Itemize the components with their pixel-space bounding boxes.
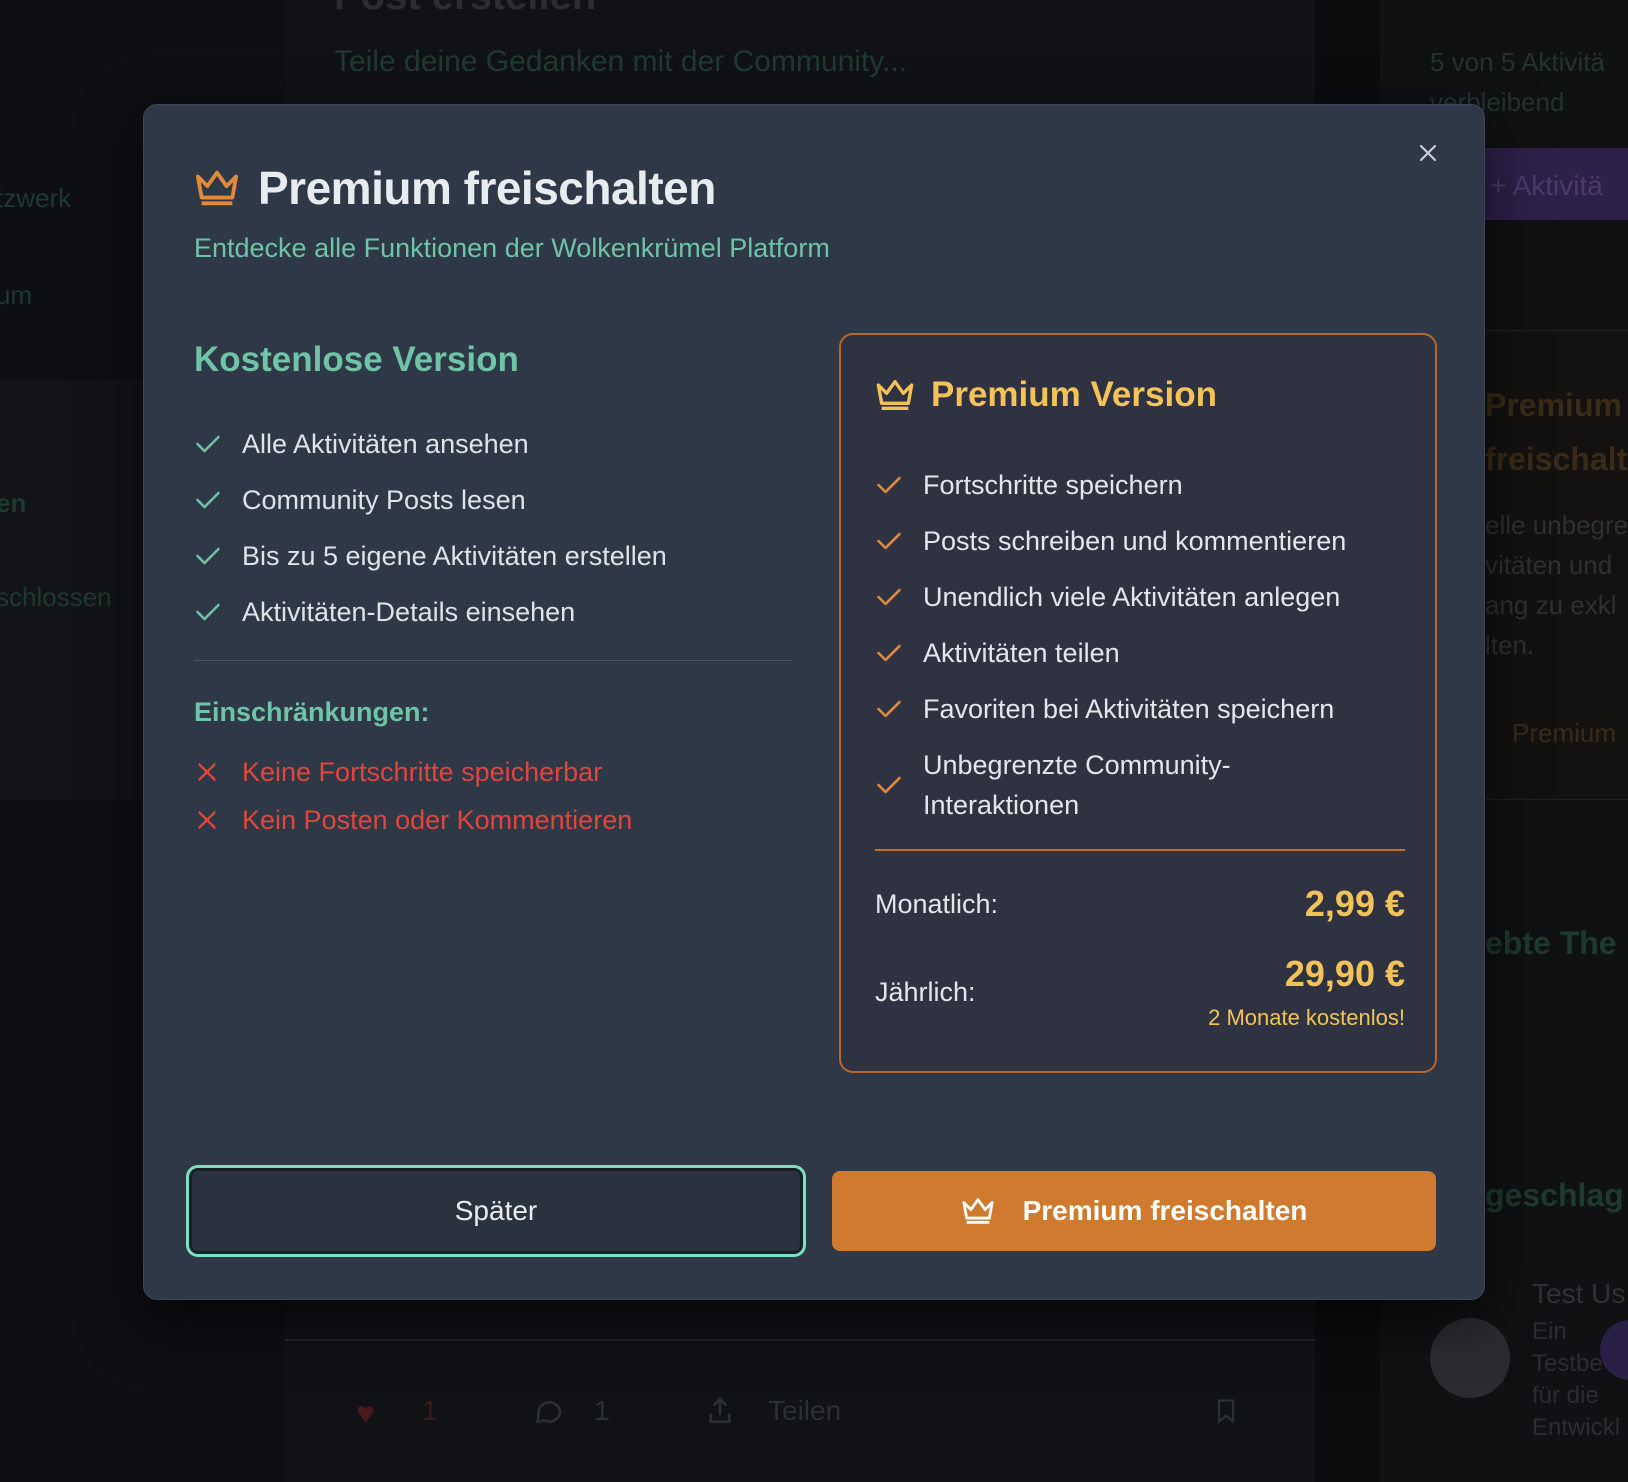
close-button[interactable] bbox=[1408, 133, 1448, 173]
promo-text: elle unbegre vitäten und ang zu exkl lte… bbox=[1485, 510, 1628, 660]
like-count: 1 bbox=[422, 1395, 438, 1426]
free-plan-heading: Kostenlose Version bbox=[194, 340, 519, 379]
check-icon bbox=[194, 600, 242, 624]
premium-feature-list: Fortschritte speichern Posts schreiben u… bbox=[875, 457, 1415, 833]
free-plan-column: Kostenlose Version Alle Aktivitäten anse… bbox=[194, 340, 792, 844]
heart-icon[interactable]: ♥ bbox=[356, 1395, 375, 1432]
check-icon bbox=[875, 529, 923, 553]
comment-icon[interactable] bbox=[532, 1395, 564, 1434]
monthly-label: Monatlich: bbox=[875, 888, 999, 919]
check-icon bbox=[875, 697, 923, 721]
yearly-price-row: Jährlich: 29,90 € 2 Monate kostenlos! bbox=[875, 953, 1405, 1031]
monthly-price-row: Monatlich: 2,99 € bbox=[875, 883, 1405, 925]
avatar[interactable] bbox=[1430, 1318, 1510, 1398]
nav-item[interactable]: schlossen bbox=[0, 582, 112, 613]
restriction-item: Kein Posten oder Kommentieren bbox=[194, 796, 792, 844]
share-icon[interactable] bbox=[704, 1395, 736, 1434]
free-feature-item: Community Posts lesen bbox=[194, 472, 792, 528]
close-icon bbox=[1419, 144, 1437, 162]
check-icon bbox=[875, 473, 923, 497]
nav-heading: en bbox=[0, 488, 27, 518]
premium-modal: Premium freischalten Entdecke alle Funkt… bbox=[143, 104, 1485, 1300]
restrictions-heading: Einschränkungen: bbox=[194, 697, 430, 727]
x-icon bbox=[194, 807, 242, 833]
monthly-price: 2,99 € bbox=[1304, 883, 1405, 924]
divider bbox=[194, 660, 792, 661]
premium-plan-header: Premium Version bbox=[875, 375, 1217, 415]
page-title: Post erstellen bbox=[334, 0, 596, 19]
share-label[interactable]: Teilen bbox=[768, 1395, 841, 1427]
free-feature-item: Aktivitäten-Details einsehen bbox=[194, 584, 792, 640]
nav-item[interactable]: tzwerk bbox=[0, 183, 71, 214]
free-feature-item: Bis zu 5 eigene Aktivitäten erstellen bbox=[194, 528, 792, 584]
x-icon bbox=[194, 759, 242, 785]
premium-plan-heading: Premium Version bbox=[931, 375, 1217, 414]
restriction-item: Keine Fortschritte speicherbar bbox=[194, 748, 792, 796]
premium-feature-item: Posts schreiben und kommentieren bbox=[875, 513, 1415, 569]
check-icon bbox=[875, 773, 923, 797]
divider bbox=[285, 1339, 1315, 1341]
check-icon bbox=[194, 432, 242, 456]
premium-feature-item: Unbegrenzte Community-Interaktionen bbox=[875, 737, 1415, 833]
crown-icon bbox=[876, 379, 914, 410]
modal-title: Premium freischalten bbox=[258, 162, 716, 214]
section-heading-suggested: geschlag bbox=[1485, 1177, 1624, 1213]
premium-plan-card: Premium Version Fortschritte speichern P… bbox=[839, 333, 1437, 1073]
yearly-discount-note: 2 Monate kostenlos! bbox=[1208, 1005, 1405, 1030]
user-name[interactable]: Test Us bbox=[1532, 1278, 1625, 1310]
post-input-placeholder[interactable]: Teile deine Gedanken mit der Community..… bbox=[334, 45, 907, 79]
promo-button[interactable]: Premium bbox=[1512, 718, 1616, 749]
unlock-premium-button[interactable]: Premium freischalten bbox=[832, 1171, 1436, 1251]
section-heading-popular: ebte The bbox=[1485, 925, 1617, 961]
check-icon bbox=[194, 544, 242, 568]
free-feature-item: Alle Aktivitäten ansehen bbox=[194, 416, 792, 472]
premium-feature-item: Aktivitäten teilen bbox=[875, 625, 1415, 681]
check-icon bbox=[875, 585, 923, 609]
crown-icon bbox=[962, 1198, 994, 1224]
nav-item[interactable]: um bbox=[0, 280, 32, 311]
promo-title: Premium freischalt bbox=[1485, 387, 1628, 477]
premium-feature-item: Fortschritte speichern bbox=[875, 457, 1415, 513]
user-description: Ein Testbe für die Entwickl bbox=[1532, 1318, 1621, 1441]
check-icon bbox=[875, 641, 923, 665]
crown-icon bbox=[195, 170, 239, 206]
modal-header: Premium freischalten bbox=[194, 161, 716, 215]
divider bbox=[875, 849, 1405, 851]
yearly-price: 29,90 € bbox=[1284, 953, 1405, 994]
premium-feature-item: Unendlich viele Aktivitäten anlegen bbox=[875, 569, 1415, 625]
comment-count: 1 bbox=[594, 1395, 610, 1426]
later-button[interactable]: Später bbox=[186, 1165, 806, 1257]
add-activity-button[interactable]: + Aktivitä bbox=[1470, 148, 1628, 220]
check-icon bbox=[194, 488, 242, 512]
modal-subtitle: Entdecke alle Funktionen der Wolkenkrüme… bbox=[194, 233, 830, 263]
premium-feature-item: Favoriten bei Aktivitäten speichern bbox=[875, 681, 1415, 737]
bookmark-icon[interactable] bbox=[1212, 1395, 1240, 1434]
yearly-label: Jährlich: bbox=[875, 976, 976, 1007]
